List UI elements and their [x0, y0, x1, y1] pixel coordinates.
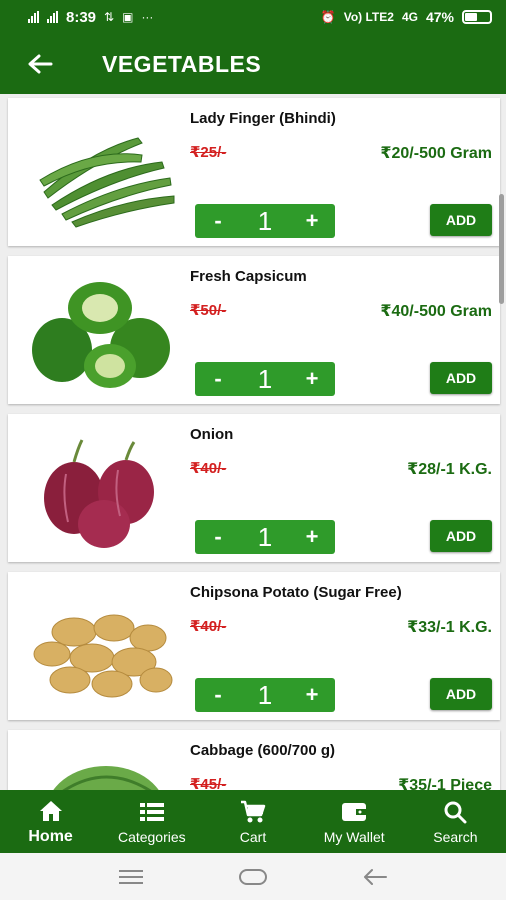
- page-title: VEGETABLES: [102, 50, 262, 77]
- product-name[interactable]: Onion: [190, 426, 233, 443]
- product-new-price: ₹28/-1 K.G.: [407, 461, 492, 478]
- product-name[interactable]: Chipsona Potato (Sugar Free): [190, 584, 402, 601]
- nav-label: My Wallet: [323, 828, 385, 845]
- home-pill-icon: [239, 868, 267, 885]
- sync-icon: ⇅: [104, 10, 115, 24]
- add-to-cart-button[interactable]: ADD: [430, 204, 492, 236]
- nav-label: Categories: [117, 828, 186, 845]
- product-old-price: ₹50/-: [190, 302, 227, 319]
- nav-label: Search: [433, 828, 478, 845]
- nav-my-wallet[interactable]: My Wallet: [304, 790, 405, 853]
- product-card: Fresh Capsicum ₹50/- ₹40/-500 Gram - 1 +…: [8, 256, 500, 404]
- product-card: Lady Finger (Bhindi) ₹25/- ₹20/-500 Gram…: [8, 98, 500, 246]
- quantity-stepper: - 1 +: [195, 204, 335, 238]
- scrollbar[interactable]: [499, 194, 504, 304]
- nav-cart[interactable]: Cart: [202, 790, 303, 853]
- back-icon: [364, 868, 387, 885]
- nav-home[interactable]: Home: [0, 790, 101, 853]
- increase-quantity-button[interactable]: +: [289, 682, 335, 708]
- bottom-navigation: Home Categories Cart My Wallet Search: [0, 790, 506, 853]
- app-bar: VEGETABLES: [0, 34, 506, 94]
- product-old-price: ₹45/-: [190, 776, 227, 790]
- product-old-price: ₹40/-: [190, 618, 227, 635]
- more-notifications-icon: ···: [141, 10, 154, 24]
- status-time: 8:39: [66, 8, 97, 26]
- back-arrow-icon: [28, 54, 53, 74]
- increase-quantity-button[interactable]: +: [289, 366, 335, 392]
- volte-label: Vo) LTE2: [343, 10, 394, 24]
- home-icon: [38, 798, 64, 824]
- recent-apps-button[interactable]: [111, 862, 151, 892]
- product-new-price: ₹40/-500 Gram: [380, 303, 492, 320]
- increase-quantity-button[interactable]: +: [289, 524, 335, 550]
- nav-categories[interactable]: Categories: [101, 790, 202, 853]
- product-old-price: ₹25/-: [190, 144, 227, 161]
- add-to-cart-button[interactable]: ADD: [430, 678, 492, 710]
- status-bar: 8:39 ⇅ ▣ ··· ⏰ Vo) LTE2 4G 47%: [0, 0, 506, 34]
- product-name[interactable]: Cabbage (600/700 g): [190, 742, 335, 759]
- product-new-price: ₹35/-1 Piece: [398, 777, 492, 790]
- product-card: Onion ₹40/- ₹28/-1 K.G. - 1 + ADD: [8, 414, 500, 562]
- quantity-value: 1: [257, 679, 273, 710]
- quantity-value: 1: [257, 363, 273, 394]
- alarm-icon: ⏰: [320, 10, 336, 24]
- decrease-quantity-button[interactable]: -: [195, 524, 241, 550]
- quantity-stepper: - 1 +: [195, 362, 335, 396]
- instagram-icon: ▣: [122, 10, 134, 24]
- add-to-cart-button[interactable]: ADD: [430, 520, 492, 552]
- battery-percent: 47%: [425, 9, 454, 25]
- decrease-quantity-button[interactable]: -: [195, 682, 241, 708]
- capsicum-image: [32, 282, 170, 388]
- potato-image: [33, 614, 173, 698]
- system-back-button[interactable]: [355, 862, 395, 892]
- okra-image: [39, 137, 175, 228]
- increase-quantity-button[interactable]: +: [289, 208, 335, 234]
- battery-icon: [462, 10, 492, 24]
- cabbage-image: [53, 766, 159, 790]
- back-button[interactable]: [0, 34, 80, 94]
- add-to-cart-button[interactable]: ADD: [430, 362, 492, 394]
- quantity-value: 1: [257, 205, 273, 236]
- product-new-price: ₹33/-1 K.G.: [407, 619, 492, 636]
- decrease-quantity-button[interactable]: -: [195, 208, 241, 234]
- home-system-button[interactable]: [233, 862, 273, 892]
- signal-icon: [28, 11, 39, 23]
- nav-search[interactable]: Search: [405, 790, 506, 853]
- menu-icon: [119, 869, 143, 884]
- nav-label: Cart: [239, 828, 267, 845]
- product-card: Cabbage (600/700 g) ₹45/- ₹35/-1 Piece: [8, 730, 500, 790]
- nav-label: Home: [28, 827, 73, 845]
- product-new-price: ₹20/-500 Gram: [380, 145, 492, 162]
- system-navigation-bar: [0, 853, 506, 900]
- search-icon: [442, 799, 468, 825]
- product-card: Chipsona Potato (Sugar Free) ₹40/- ₹33/-…: [8, 572, 500, 720]
- quantity-stepper: - 1 +: [195, 678, 335, 712]
- product-name[interactable]: Lady Finger (Bhindi): [190, 110, 336, 127]
- quantity-stepper: - 1 +: [195, 520, 335, 554]
- product-old-price: ₹40/-: [190, 460, 227, 477]
- network-label: 4G: [401, 10, 418, 24]
- product-name[interactable]: Fresh Capsicum: [190, 268, 307, 285]
- cart-icon: [240, 799, 266, 825]
- signal-icon-2: [47, 11, 58, 23]
- onion-image: [44, 439, 154, 548]
- wallet-icon: [341, 799, 367, 825]
- decrease-quantity-button[interactable]: -: [195, 366, 241, 392]
- quantity-value: 1: [257, 521, 273, 552]
- product-list[interactable]: Lady Finger (Bhindi) ₹25/- ₹20/-500 Gram…: [0, 94, 506, 790]
- list-icon: [139, 799, 165, 825]
